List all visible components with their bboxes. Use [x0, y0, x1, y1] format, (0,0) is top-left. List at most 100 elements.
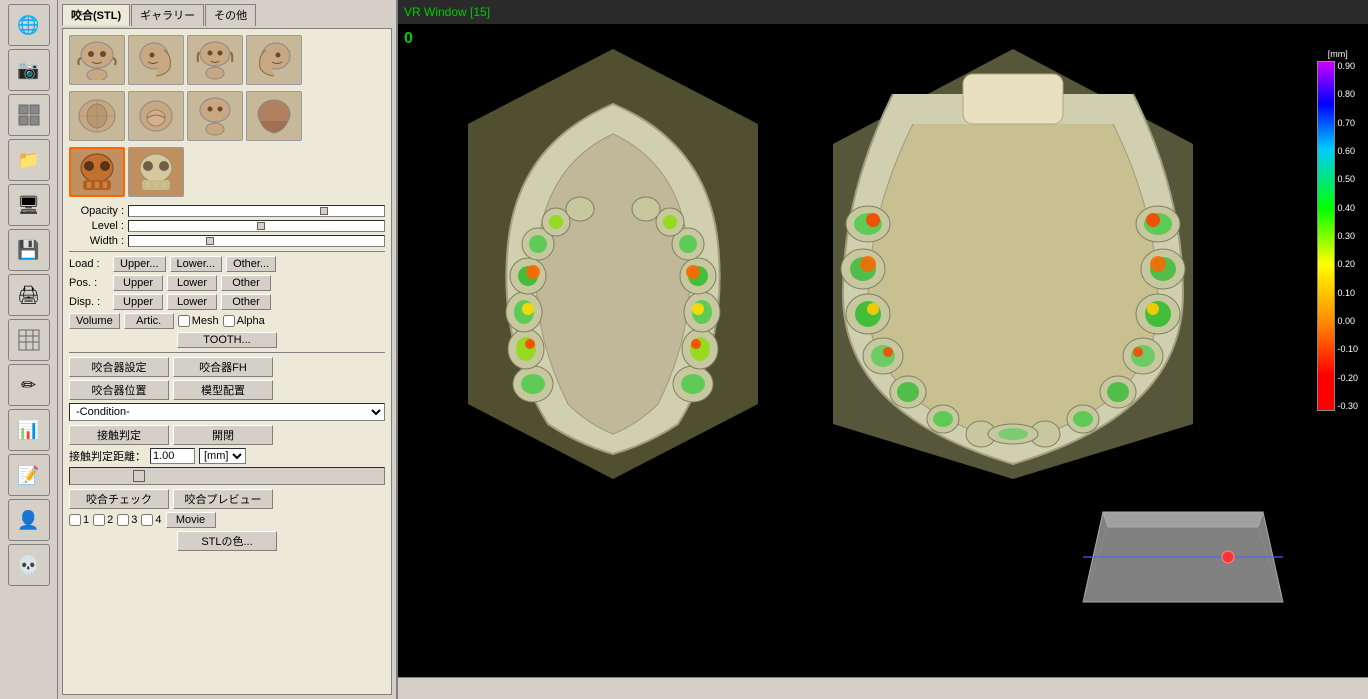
stl-color-row: STLの色... [69, 531, 385, 551]
vr-titlebar: VR Window [15] [398, 0, 1368, 24]
mini-3d-view [1073, 492, 1293, 622]
load-label: Load : [69, 258, 109, 270]
skull-bare-icon[interactable] [128, 147, 184, 197]
tab-gallery[interactable]: ギャラリー [131, 4, 204, 26]
width-slider-row: Width : [69, 235, 385, 247]
stl-color-button[interactable]: STLの色... [177, 531, 277, 551]
contact-judge-button[interactable]: 接触判定 [69, 425, 169, 445]
head-right-icon[interactable] [128, 35, 184, 85]
tabs: 咬合(STL) ギャラリー その他 [62, 4, 392, 26]
disp-lower-button[interactable]: Lower [167, 294, 217, 310]
ch3-checkbox[interactable] [117, 514, 129, 526]
head-front2-icon[interactable] [187, 35, 243, 85]
ch4-label: 4 [155, 514, 161, 526]
globe-icon[interactable]: 🌐 [8, 4, 50, 46]
vr-area: VR Window [15] 0 [398, 0, 1368, 699]
ch4-checkbox[interactable] [141, 514, 153, 526]
bite-preview-button[interactable]: 咬合プレビュー [173, 489, 273, 509]
load-other-button[interactable]: Other... [226, 256, 276, 272]
disp-row: Disp. : Upper Lower Other [69, 294, 385, 310]
head-front3-icon[interactable] [187, 91, 243, 141]
pos-label: Pos. : [69, 277, 109, 289]
alpha-label: Alpha [237, 315, 265, 327]
pos-row: Pos. : Upper Lower Other [69, 275, 385, 291]
dental-upper-arch [448, 44, 778, 484]
head-grid [69, 35, 385, 85]
ch2-label: 2 [107, 514, 113, 526]
mesh-label: Mesh [192, 315, 219, 327]
contact-row: 接触判定 開閉 [69, 425, 385, 445]
condition-dropdown[interactable]: -Condition- [69, 403, 385, 421]
disp-label: Disp. : [69, 296, 109, 308]
bite-setting-row: 咬合器設定 咬合器FH [69, 357, 385, 377]
ch1-label: 1 [83, 514, 89, 526]
ch1-checkbox[interactable] [69, 514, 81, 526]
chart-icon[interactable]: 📊 [8, 409, 50, 451]
note-icon[interactable]: 📝 [8, 454, 50, 496]
skull-small-icon[interactable]: 💀 [8, 544, 50, 586]
volume-button[interactable]: Volume [69, 313, 120, 329]
opacity-label: Opacity : [69, 205, 124, 217]
load-row: Load : Upper... Lower... Other... [69, 256, 385, 272]
tab-other[interactable]: その他 [205, 4, 256, 26]
bite-pos-row: 咬合器位置 模型配置 [69, 380, 385, 400]
opacity-slider[interactable] [128, 205, 385, 217]
bite-pos-button[interactable]: 咬合器位置 [69, 380, 169, 400]
level-slider-row: Level : [69, 220, 385, 232]
color-scale: [mm] 0.90 0.80 0.70 0.60 0.50 0.40 0.30 … [1317, 49, 1358, 411]
skull-row [69, 147, 385, 197]
camera-icon[interactable]: 📷 [8, 49, 50, 91]
skull-colored-icon[interactable] [69, 147, 125, 197]
edit-icon[interactable]: ✏ [8, 364, 50, 406]
dental-lower-arch [813, 44, 1213, 484]
head-grid-2 [69, 91, 385, 141]
artic-button[interactable]: Artic. [124, 313, 174, 329]
level-slider[interactable] [128, 220, 385, 232]
head-back-icon[interactable] [246, 91, 302, 141]
tab-bite[interactable]: 咬合(STL) [62, 4, 130, 26]
print-icon[interactable]: 🖨 [8, 274, 50, 316]
horizontal-slider[interactable] [69, 467, 385, 485]
pos-lower-button[interactable]: Lower [167, 275, 217, 291]
load-lower-button[interactable]: Lower... [170, 256, 223, 272]
head-left-icon[interactable] [246, 35, 302, 85]
status-bar [398, 677, 1368, 699]
head-top-icon[interactable] [69, 91, 125, 141]
ch2-checkbox[interactable] [93, 514, 105, 526]
mesh-checkbox-row: Mesh [178, 315, 219, 327]
ch3-label: 3 [131, 514, 137, 526]
dist-unit-select[interactable]: [mm] [199, 448, 246, 464]
folder-icon[interactable]: 📁 [8, 139, 50, 181]
bite-fh-button[interactable]: 咬合器FH [173, 357, 273, 377]
open-button[interactable]: 開閉 [173, 425, 273, 445]
bite-check-button[interactable]: 咬合チェック [69, 489, 169, 509]
head-under-icon[interactable] [128, 91, 184, 141]
monitor-icon[interactable]: 🖥 [8, 184, 50, 226]
person-icon[interactable]: 👤 [8, 499, 50, 541]
level-label: Level : [69, 220, 124, 232]
alpha-checkbox[interactable] [223, 315, 235, 327]
vr-content[interactable]: 0 [398, 24, 1368, 677]
disp-other-button[interactable]: Other [221, 294, 271, 310]
bite-setting-button[interactable]: 咬合器設定 [69, 357, 169, 377]
sidebar: 🌐 📷 📁 🖥 💾 🖨 ✏ 📊 📝 👤 💀 [0, 0, 58, 699]
movie-button[interactable]: Movie [166, 512, 216, 528]
head-front-icon[interactable] [69, 35, 125, 85]
vr-title: VR Window [15] [404, 5, 490, 19]
number-row: 1 2 3 4 Movie [69, 512, 385, 528]
mesh-checkbox[interactable] [178, 315, 190, 327]
dist-input[interactable] [150, 448, 195, 464]
width-slider[interactable] [128, 235, 385, 247]
model-place-button[interactable]: 模型配置 [173, 380, 273, 400]
pos-other-button[interactable]: Other [221, 275, 271, 291]
load-upper-button[interactable]: Upper... [113, 256, 166, 272]
save-icon[interactable]: 💾 [8, 229, 50, 271]
table-icon[interactable] [8, 319, 50, 361]
disp-upper-button[interactable]: Upper [113, 294, 163, 310]
contact-dist-row: 接触判定距離： [mm] [69, 448, 385, 464]
pos-upper-button[interactable]: Upper [113, 275, 163, 291]
volume-row: Volume Artic. Mesh Alpha [69, 313, 385, 329]
tooth-button[interactable]: TOOTH... [177, 332, 277, 348]
vr-number: 0 [404, 30, 413, 48]
grid-icon[interactable] [8, 94, 50, 136]
